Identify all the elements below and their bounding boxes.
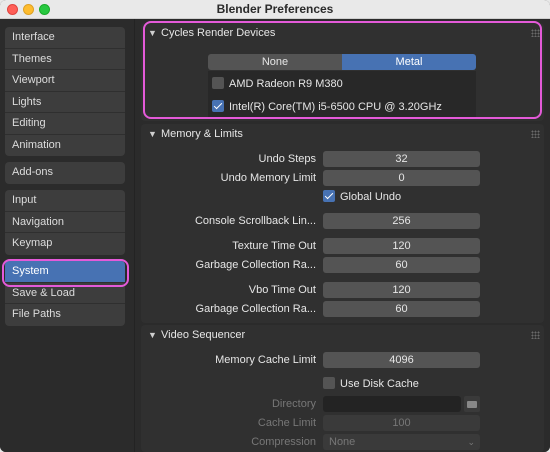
sidebar-item-animation[interactable]: Animation xyxy=(5,135,125,157)
sidebar-item-keymap[interactable]: Keymap xyxy=(5,233,125,255)
video-panel-title: Video Sequencer xyxy=(161,329,246,341)
sidebar-item-navigation[interactable]: Navigation xyxy=(5,212,125,233)
memory-panel-title: Memory & Limits xyxy=(161,128,243,140)
folder-icon[interactable] xyxy=(464,396,480,412)
cache-limit-field[interactable]: 100 xyxy=(323,415,480,431)
sidebar: Interface Themes Viewport Lights Editing… xyxy=(0,19,135,452)
undo-memory-limit-label: Undo Memory Limit xyxy=(220,172,316,184)
vbo-garbage-collection-rate-label: Garbage Collection Ra... xyxy=(195,303,316,315)
directory-field[interactable] xyxy=(323,396,461,412)
sidebar-item-lights[interactable]: Lights xyxy=(5,92,125,113)
cycles-highlight-outline xyxy=(143,21,542,119)
sidebar-group-addons: Add-ons xyxy=(5,162,125,184)
compression-label: Compression xyxy=(251,436,316,448)
video-panel-header[interactable]: ▼ Video Sequencer xyxy=(141,325,544,345)
undo-memory-limit-field[interactable]: 0 xyxy=(323,170,480,186)
garbage-collection-rate-field[interactable]: 60 xyxy=(323,257,480,273)
unchecked-icon xyxy=(323,377,335,389)
checkmark-icon xyxy=(323,190,335,202)
chevron-down-icon: ▼ xyxy=(148,330,157,340)
window-title: Blender Preferences xyxy=(216,2,334,16)
memory-cache-limit-label: Memory Cache Limit xyxy=(215,354,316,366)
global-undo-checkbox[interactable]: Global Undo xyxy=(323,190,401,204)
undo-steps-field[interactable]: 32 xyxy=(323,151,480,167)
undo-steps-label: Undo Steps xyxy=(258,153,316,165)
memory-limits-panel: ▼ Memory & Limits Undo Steps 32 Undo Mem… xyxy=(141,124,544,323)
vbo-timeout-field[interactable]: 120 xyxy=(323,282,480,298)
memory-cache-limit-field[interactable]: 4096 xyxy=(323,352,480,368)
garbage-collection-rate-label: Garbage Collection Ra... xyxy=(195,259,316,271)
texture-timeout-field[interactable]: 120 xyxy=(323,238,480,254)
sidebar-group-general: Interface Themes Viewport Lights Editing… xyxy=(5,27,125,156)
system-highlight-outline xyxy=(2,259,129,287)
use-disk-cache-checkbox[interactable]: Use Disk Cache xyxy=(323,377,419,391)
sidebar-item-file-paths[interactable]: File Paths xyxy=(5,304,125,326)
cache-limit-label: Cache Limit xyxy=(257,417,316,429)
vbo-timeout-label: Vbo Time Out xyxy=(248,284,316,296)
texture-timeout-label: Texture Time Out xyxy=(232,240,316,252)
memory-panel-header[interactable]: ▼ Memory & Limits xyxy=(141,124,544,144)
directory-label: Directory xyxy=(271,398,316,410)
sidebar-item-input[interactable]: Input xyxy=(5,190,125,212)
console-scrollback-label: Console Scrollback Lin... xyxy=(194,215,316,227)
chevron-down-icon: ▼ xyxy=(148,129,157,139)
sidebar-item-interface[interactable]: Interface xyxy=(5,27,125,49)
video-sequencer-panel: ▼ Video Sequencer Memory Cache Limit 409… xyxy=(141,325,544,452)
drag-grip-icon[interactable] xyxy=(531,331,540,339)
preferences-window: Blender Preferences Interface Themes Vie… xyxy=(0,0,550,452)
vbo-garbage-collection-rate-field[interactable]: 60 xyxy=(323,301,480,317)
console-scrollback-field[interactable]: 256 xyxy=(323,213,480,229)
drag-grip-icon[interactable] xyxy=(531,130,540,138)
compression-dropdown[interactable]: None ⌄ xyxy=(323,434,480,450)
sidebar-item-themes[interactable]: Themes xyxy=(5,49,125,70)
sidebar-item-addons[interactable]: Add-ons xyxy=(5,162,125,184)
title-bar: Blender Preferences xyxy=(0,0,550,19)
sidebar-group-input: Input Navigation Keymap xyxy=(5,190,125,255)
sidebar-item-viewport[interactable]: Viewport xyxy=(5,70,125,92)
sidebar-item-editing[interactable]: Editing xyxy=(5,113,125,135)
chevron-down-icon: ⌄ xyxy=(467,437,475,447)
